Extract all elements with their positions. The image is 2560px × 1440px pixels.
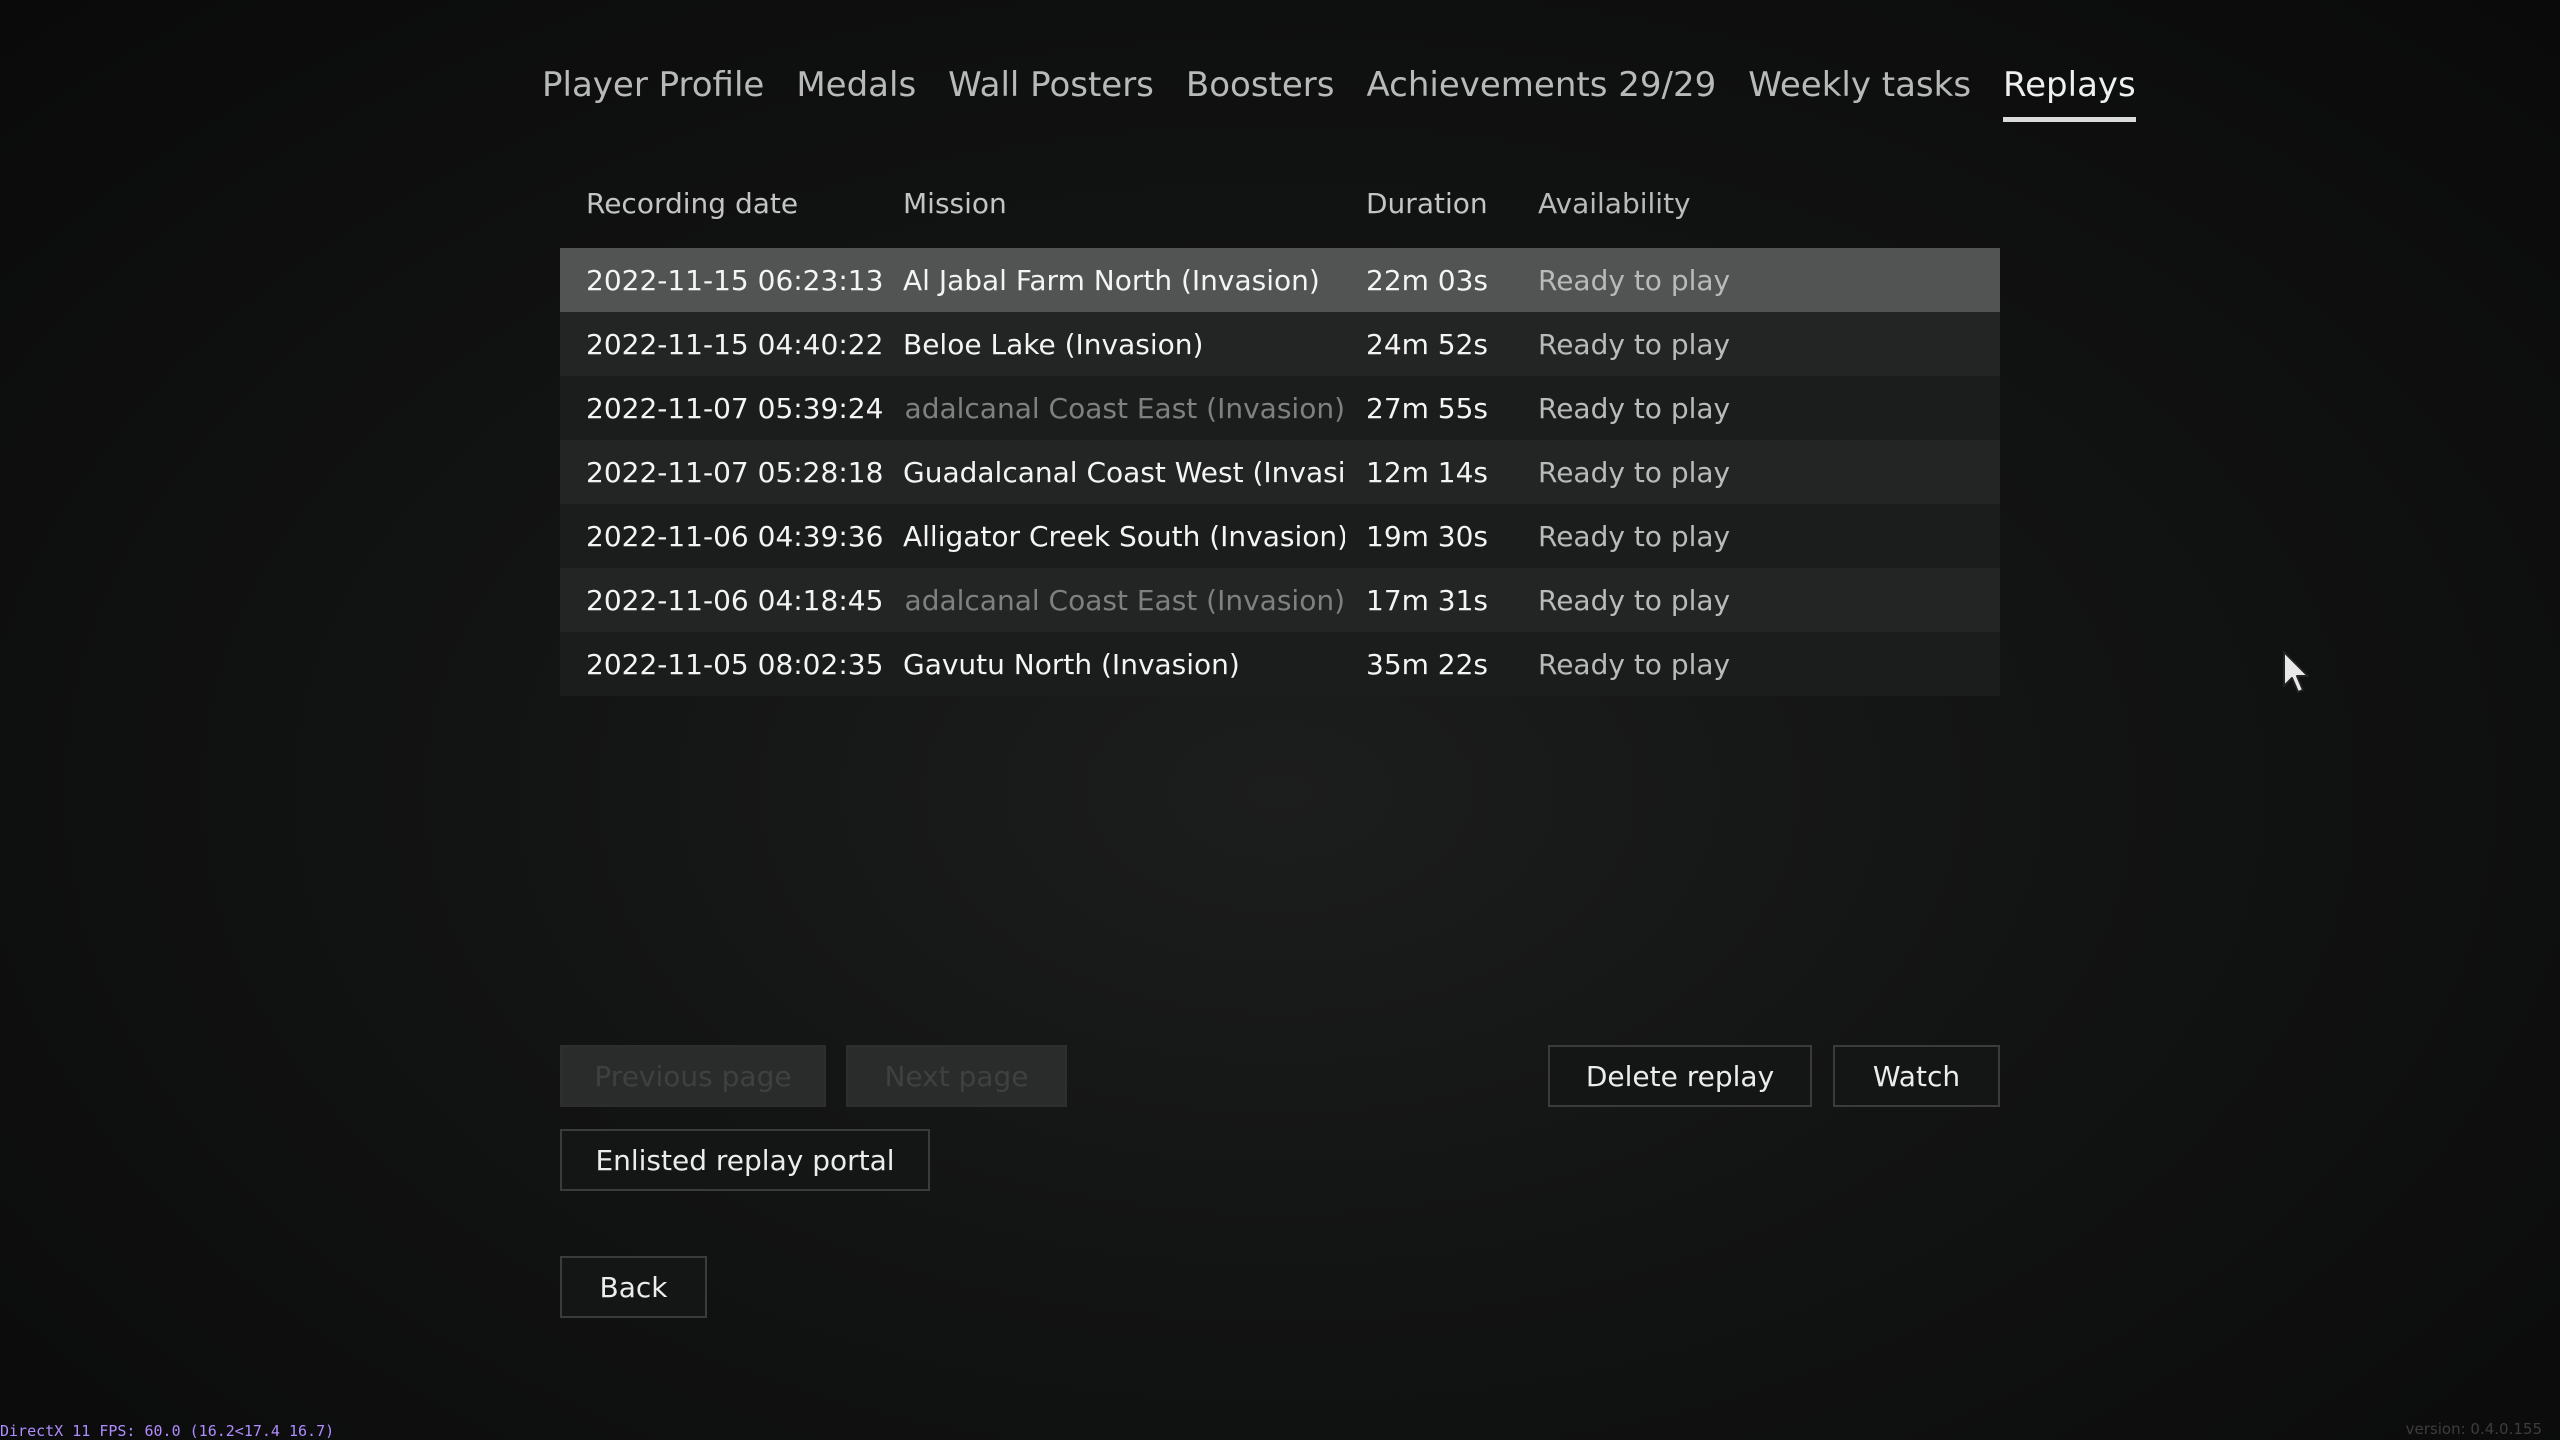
cell-mission: Alligator Creek South (Invasion) [903, 519, 1345, 553]
cell-date: 2022-11-06 04:18:45 [586, 583, 884, 617]
tab-weekly-tasks[interactable]: Weekly tasks [1748, 60, 1971, 120]
cell-date: 2022-11-15 04:40:22 [586, 327, 884, 361]
tab-replays[interactable]: Replays [2003, 60, 2136, 122]
next-page-button[interactable]: Next page [846, 1045, 1067, 1107]
back-button[interactable]: Back [560, 1256, 707, 1318]
cell-duration: 27m 55s [1366, 391, 1489, 425]
table-header: Recording date Mission Duration Availabi… [560, 176, 2000, 230]
mouse-cursor-icon [2283, 651, 2309, 693]
cell-availability: Ready to play [1538, 455, 1731, 489]
tab-medals[interactable]: Medals [796, 60, 916, 120]
cell-availability: Ready to play [1538, 327, 1731, 361]
cell-mission: Guadalcanal Coast East (Invasion) [903, 391, 1345, 425]
cell-date: 2022-11-06 04:39:36 [586, 519, 884, 553]
cell-availability: Ready to play [1538, 583, 1731, 617]
version-label: version: 0.4.0.155 [2405, 1420, 2542, 1438]
cell-mission: Guadalcanal Coast East (Invasion) [903, 583, 1345, 617]
cell-availability: Ready to play [1538, 391, 1731, 425]
watch-button[interactable]: Watch [1833, 1045, 2000, 1107]
cell-mission: Gavutu North (Invasion) [903, 647, 1240, 681]
cell-duration: 12m 14s [1366, 455, 1489, 489]
cell-availability: Ready to play [1538, 647, 1731, 681]
table-row[interactable]: 2022-11-06 04:18:45 Guadalcanal Coast Ea… [560, 568, 2000, 632]
cell-duration: 17m 31s [1366, 583, 1489, 617]
table-row[interactable]: 2022-11-15 04:40:22 Beloe Lake (Invasion… [560, 312, 2000, 376]
cell-date: 2022-11-07 05:39:24 [586, 391, 884, 425]
header-availability[interactable]: Availability [1538, 187, 1691, 220]
table-row[interactable]: 2022-11-07 05:28:18 Guadalcanal Coast We… [560, 440, 2000, 504]
header-mission[interactable]: Mission [903, 187, 1345, 220]
replays-screen: Player Profile Medals Wall Posters Boost… [0, 0, 2560, 1440]
cell-date: 2022-11-15 06:23:13 [586, 263, 884, 297]
cell-mission: Guadalcanal Coast West (Invasion) [903, 455, 1345, 489]
tab-boosters[interactable]: Boosters [1186, 60, 1335, 120]
header-duration[interactable]: Duration [1366, 187, 1538, 220]
tab-player-profile[interactable]: Player Profile [542, 60, 764, 120]
tab-achievements[interactable]: Achievements 29/29 [1367, 60, 1717, 120]
previous-page-button[interactable]: Previous page [560, 1045, 826, 1107]
replay-portal-button[interactable]: Enlisted replay portal [560, 1129, 930, 1191]
cell-duration: 24m 52s [1366, 327, 1489, 361]
table-body: 2022-11-15 06:23:13 Al Jabal Farm North … [560, 248, 2000, 696]
tab-wall-posters[interactable]: Wall Posters [948, 60, 1154, 120]
cell-availability: Ready to play [1538, 519, 1731, 553]
cell-date: 2022-11-05 08:02:35 [586, 647, 884, 681]
table-row[interactable]: 2022-11-05 08:02:35 Gavutu North (Invasi… [560, 632, 2000, 696]
cell-mission: Al Jabal Farm North (Invasion) [903, 263, 1320, 297]
cell-availability: Ready to play [1538, 263, 1731, 297]
cell-duration: 22m 03s [1366, 263, 1489, 297]
table-row[interactable]: 2022-11-15 06:23:13 Al Jabal Farm North … [560, 248, 2000, 312]
header-recording-date[interactable]: Recording date [586, 187, 903, 220]
fps-counter: DirectX 11 FPS: 60.0 (16.2<17.4 16.7) [0, 1422, 335, 1440]
cell-mission: Beloe Lake (Invasion) [903, 327, 1204, 361]
table-row[interactable]: 2022-11-06 04:39:36 Alligator Creek Sout… [560, 504, 2000, 568]
cell-duration: 19m 30s [1366, 519, 1489, 553]
cell-duration: 35m 22s [1366, 647, 1489, 681]
table-row[interactable]: 2022-11-07 05:39:24 Guadalcanal Coast Ea… [560, 376, 2000, 440]
delete-replay-button[interactable]: Delete replay [1548, 1045, 1812, 1107]
profile-tabs: Player Profile Medals Wall Posters Boost… [542, 60, 2168, 122]
cell-date: 2022-11-07 05:28:18 [586, 455, 884, 489]
replays-table: Recording date Mission Duration Availabi… [560, 176, 2000, 696]
